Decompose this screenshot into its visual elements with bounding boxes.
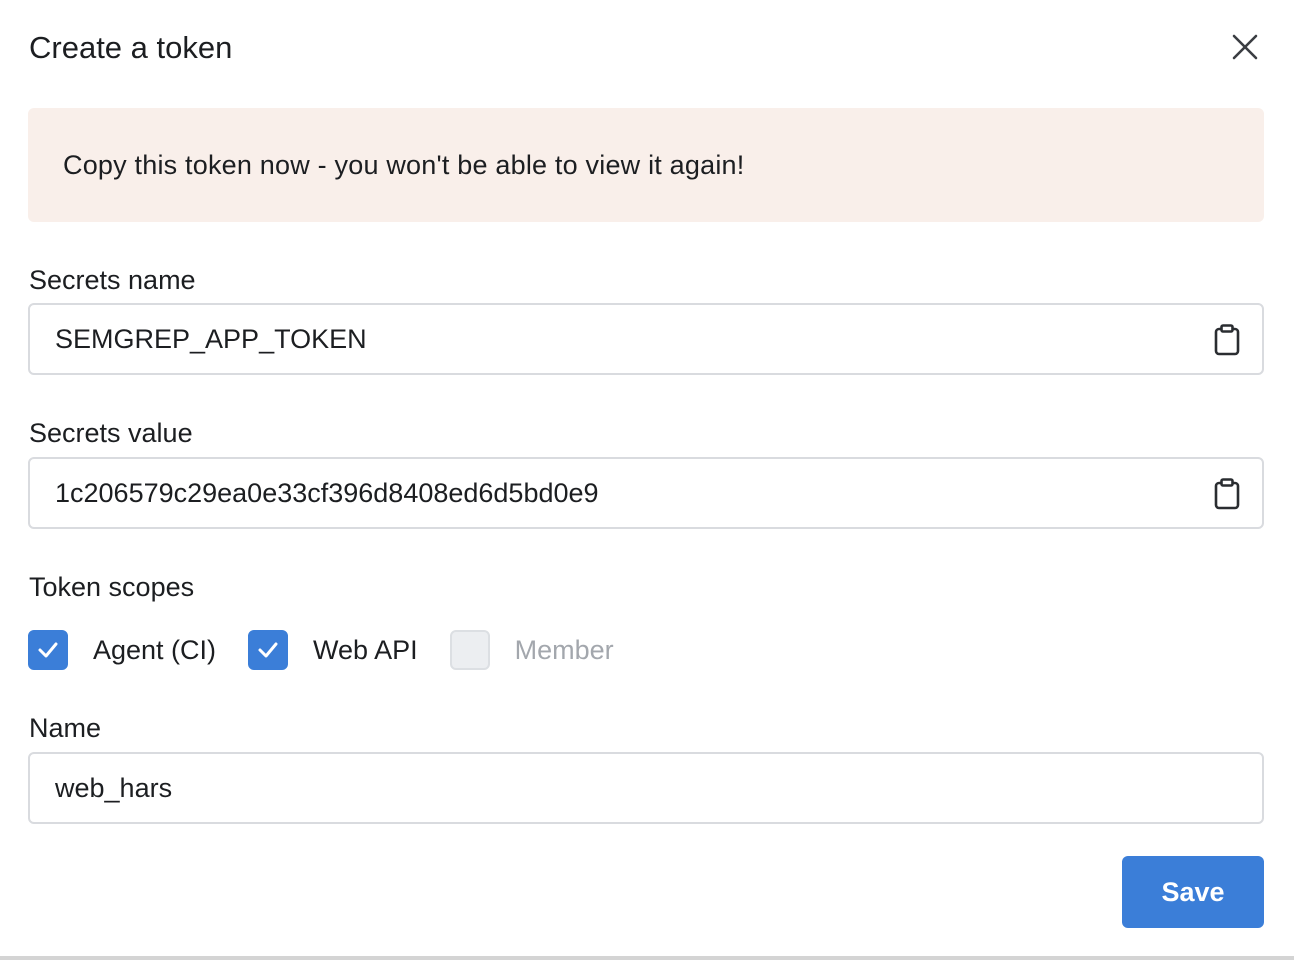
close-icon xyxy=(1232,34,1258,60)
copy-secrets-name-button[interactable] xyxy=(1212,323,1242,357)
warning-banner: Copy this token now - you won't be able … xyxy=(28,108,1264,222)
member-checkbox[interactable] xyxy=(449,630,490,670)
secrets-value-value[interactable]: 1c206579c29ea0e33cf396d8408ed6d5bd0e9 xyxy=(55,459,599,527)
dialog-title: Create a token xyxy=(29,30,233,65)
clipboard-icon xyxy=(1214,324,1240,356)
name-label: Name xyxy=(29,713,102,743)
banner-text: Copy this token now - you won't be able … xyxy=(63,149,745,180)
secrets-name-label: Secrets name xyxy=(29,265,196,295)
close-button[interactable] xyxy=(1228,30,1262,64)
web-api-label: Web API xyxy=(313,634,418,665)
token-scopes-group: Agent (CI) Web API Member xyxy=(28,628,646,672)
secrets-name-value[interactable]: SEMGREP_APP_TOKEN xyxy=(55,305,367,373)
scope-agent-ci[interactable]: Agent (CI) xyxy=(28,630,216,670)
clipboard-icon xyxy=(1214,478,1240,510)
secrets-name-field[interactable]: SEMGREP_APP_TOKEN xyxy=(28,303,1264,375)
member-label: Member xyxy=(514,634,614,665)
token-scopes-label: Token scopes xyxy=(29,572,195,602)
copy-secrets-value-button[interactable] xyxy=(1212,477,1242,511)
secrets-value-label: Secrets value xyxy=(29,418,193,448)
scope-member[interactable]: Member xyxy=(449,630,614,670)
secrets-value-field[interactable]: 1c206579c29ea0e33cf396d8408ed6d5bd0e9 xyxy=(28,457,1264,529)
web-api-checkbox[interactable] xyxy=(248,630,289,670)
scope-web-api[interactable]: Web API xyxy=(248,630,418,670)
name-field[interactable] xyxy=(28,752,1264,824)
create-token-dialog: Create a token Copy this token now - you… xyxy=(0,0,1294,960)
agent-ci-label: Agent (CI) xyxy=(93,634,217,665)
save-button[interactable]: Save xyxy=(1122,856,1264,928)
check-icon xyxy=(38,642,58,658)
check-icon xyxy=(258,642,278,658)
agent-ci-checkbox[interactable] xyxy=(28,630,68,670)
name-input[interactable] xyxy=(55,754,1215,822)
